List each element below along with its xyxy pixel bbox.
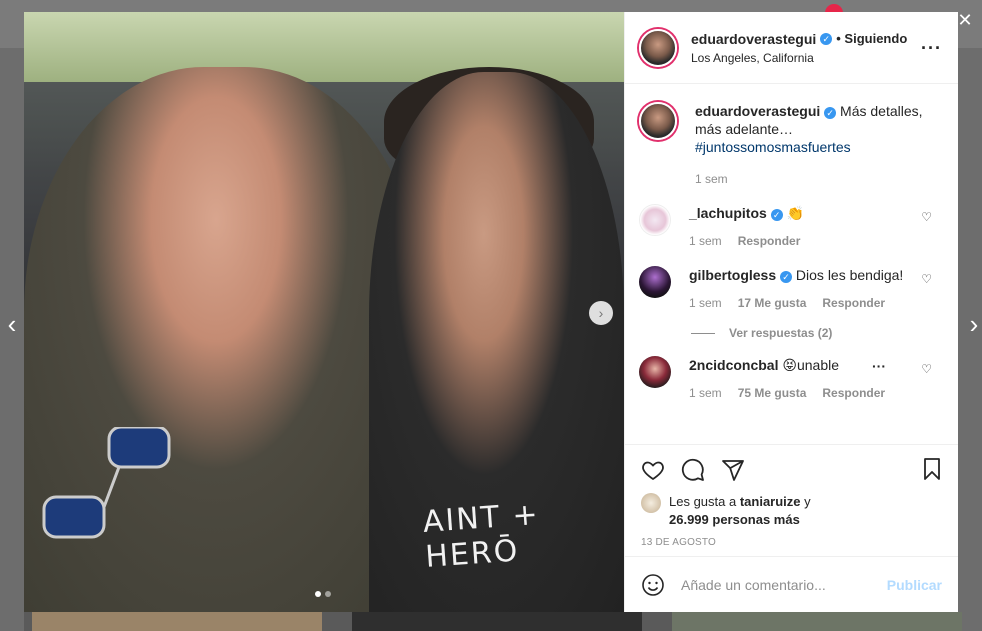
caption-username[interactable]: eduardoverastegui <box>695 103 820 119</box>
comment-heart-icon[interactable]: ♡ <box>921 362 932 376</box>
commenter-avatar[interactable] <box>639 266 671 298</box>
reply-button[interactable]: Responder <box>822 386 885 400</box>
comment-text: 👏 <box>786 205 805 221</box>
liker-username[interactable]: taniaruize <box>740 494 801 509</box>
commenter-username[interactable]: 2ncidconcbal <box>689 357 778 373</box>
comment-item: gilbertogless ✓ Dios les bendiga! 1 sem … <box>639 266 944 310</box>
post-modal: AINT + HERŌ › eduardoverastegui ✓ • Sigu… <box>24 12 958 612</box>
commenter-avatar[interactable] <box>639 356 671 388</box>
caption: eduardoverastegui ✓ Más detalles, más ad… <box>639 102 944 186</box>
comment-item: 2ncidconcbal 😝unable 1 sem 75 Me gusta R… <box>639 356 944 400</box>
view-replies-label[interactable]: Ver respuestas (2) <box>729 326 832 340</box>
comment-heart-icon[interactable]: ♡ <box>921 272 932 286</box>
post-header: eduardoverastegui ✓ • Siguiendo Los Ange… <box>625 12 958 84</box>
more-options-icon[interactable]: ··· <box>921 38 942 59</box>
verified-badge-icon: ✓ <box>770 209 783 221</box>
comment-text: 😝unable <box>782 357 839 373</box>
next-image-button[interactable]: › <box>589 301 613 325</box>
comment-text: Dios les bendiga! <box>795 267 904 283</box>
commenter-avatar[interactable] <box>639 204 671 236</box>
comment-heart-icon[interactable]: ♡ <box>921 210 932 224</box>
carousel-dot-active <box>315 591 321 597</box>
caption-time[interactable]: 1 sem <box>695 172 728 186</box>
smiley-icon[interactable] <box>641 573 665 597</box>
verified-badge-icon: ✓ <box>780 271 793 283</box>
post-actions: Les gusta a taniaruize y 26.999 personas… <box>625 444 958 556</box>
post-side-panel: eduardoverastegui ✓ • Siguiendo Los Ange… <box>624 12 958 612</box>
close-modal-icon[interactable]: ✕ <box>955 10 975 30</box>
caption-avatar[interactable] <box>639 102 677 140</box>
bookmark-icon[interactable] <box>920 457 944 481</box>
comment-icon[interactable] <box>681 458 705 482</box>
paper-plane-icon[interactable] <box>721 458 745 482</box>
post-date[interactable]: 13 DE AGOSTO <box>641 537 942 548</box>
previous-post-arrow-icon[interactable]: ‹ <box>0 308 24 340</box>
caption-hashtag[interactable]: #juntossomosmasfuertes <box>695 139 851 155</box>
post-location[interactable]: Los Angeles, California <box>691 51 907 65</box>
commenter-username[interactable]: _lachupitos <box>689 205 767 221</box>
sunglasses-graphic <box>42 427 171 539</box>
comment-time[interactable]: 1 sem <box>689 386 722 400</box>
comment-input[interactable]: Añade un comentario... <box>681 577 871 593</box>
likes-summary: Les gusta a taniaruize y 26.999 personas… <box>641 493 942 529</box>
reply-button[interactable]: Responder <box>738 234 801 248</box>
add-comment-bar: Añade un comentario... Publicar <box>625 556 958 612</box>
heart-icon[interactable] <box>641 458 665 482</box>
likes-prefix: Les gusta a <box>669 494 737 509</box>
publish-button[interactable]: Publicar <box>887 577 942 593</box>
carousel-dot <box>325 591 331 597</box>
post-photo: AINT + HERŌ › <box>24 12 624 612</box>
next-post-arrow-icon[interactable]: › <box>962 308 982 340</box>
comment-time[interactable]: 1 sem <box>689 234 722 248</box>
likes-connector: y <box>804 494 811 509</box>
background-tile <box>32 612 322 631</box>
author-avatar[interactable] <box>639 28 677 67</box>
carousel-dots <box>315 591 331 597</box>
liker-avatar[interactable] <box>641 493 661 513</box>
reply-button[interactable]: Responder <box>822 296 885 310</box>
view-replies-button[interactable]: Ver respuestas (2) <box>691 326 944 340</box>
comment-item: _lachupitos ✓ 👏 1 sem Responder ♡ <box>639 204 944 248</box>
comment-time[interactable]: 1 sem <box>689 296 722 310</box>
replies-line <box>691 332 715 334</box>
verified-badge-icon: ✓ <box>824 107 837 119</box>
comment-likes[interactable]: 75 Me gusta <box>738 386 807 400</box>
verified-badge-icon: ✓ <box>820 32 833 45</box>
comment-likes[interactable]: 17 Me gusta <box>738 296 807 310</box>
comments-list: eduardoverastegui ✓ Más detalles, más ad… <box>625 84 958 444</box>
likes-count[interactable]: 26.999 personas más <box>669 512 800 527</box>
commenter-username[interactable]: gilbertogless <box>689 267 776 283</box>
shirt-text: AINT + HERŌ <box>421 496 541 575</box>
follow-status-button[interactable]: • Siguiendo <box>836 31 907 46</box>
background-tile <box>672 612 962 631</box>
background-tile <box>352 612 642 631</box>
comment-more-icon[interactable]: ··· <box>872 358 886 374</box>
author-username[interactable]: eduardoverastegui <box>691 31 816 47</box>
